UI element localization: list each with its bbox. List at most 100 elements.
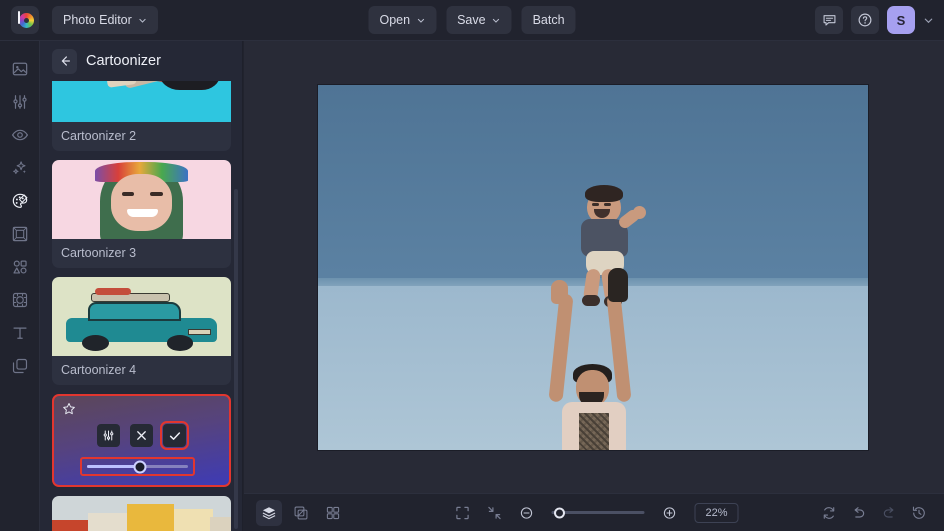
plus-circle-icon <box>663 506 676 519</box>
close-x-icon <box>137 431 146 440</box>
sidebar-header: Cartoonizer <box>40 41 242 81</box>
teal-car-thumbnail <box>52 277 231 356</box>
reset-button[interactable] <box>816 500 842 526</box>
sidebar-item-text[interactable] <box>4 317 36 349</box>
account-actions-group: S <box>815 6 934 34</box>
cyan-skater-thumbnail <box>52 81 231 122</box>
effect-apply-button[interactable] <box>160 421 189 450</box>
palette-icon <box>12 193 28 208</box>
sidebar-item-touch-up[interactable] <box>4 119 36 151</box>
sidebar-item-effects[interactable] <box>4 152 36 184</box>
sidebar-scrollbar[interactable] <box>234 189 238 529</box>
effects-list[interactable]: Cartoonizer 2 Cartoonizer 3 Cartoonizer … <box>40 81 242 531</box>
file-actions-group: Open Save Batch <box>368 6 576 34</box>
compare-swap-icon <box>294 506 308 519</box>
chevron-down-icon <box>139 18 146 23</box>
back-button[interactable] <box>52 48 77 74</box>
effect-intensity-slider[interactable] <box>80 457 195 476</box>
list-item[interactable]: Cartoonizer 6 <box>52 496 231 531</box>
zoom-level-value[interactable]: 22% <box>694 502 739 523</box>
effect-settings-button[interactable] <box>97 424 120 447</box>
open-label: Open <box>379 13 411 27</box>
redo-arrow-icon <box>883 506 894 518</box>
shapes-icon <box>12 260 27 274</box>
befunky-color-wheel-logo <box>16 10 35 30</box>
arrow-left-icon <box>61 56 70 66</box>
redo-button[interactable] <box>876 500 902 526</box>
overlay-icon <box>12 292 27 308</box>
fit-to-screen-button[interactable] <box>450 500 476 526</box>
list-item-label: Cartoonizer 3 <box>61 246 137 260</box>
eye-icon <box>11 129 28 141</box>
actual-size-button[interactable] <box>482 500 508 526</box>
sidebar-item-frames[interactable] <box>4 218 36 250</box>
effect-controls <box>54 421 229 450</box>
help-button[interactable] <box>851 6 879 34</box>
pink-portrait-thumbnail <box>52 160 231 239</box>
slider-fill <box>87 465 140 468</box>
grid-button[interactable] <box>320 500 346 526</box>
slider-track[interactable] <box>87 460 188 473</box>
sliders-icon <box>103 430 114 441</box>
list-item[interactable]: Cartoonizer 4 <box>52 277 231 385</box>
canvas-area[interactable] <box>244 41 944 493</box>
app-switcher-label: Photo Editor <box>63 13 132 27</box>
list-item[interactable]: Cartoonizer 3 <box>52 160 231 268</box>
grid-four-icon <box>326 506 340 519</box>
adult-figure <box>546 268 656 450</box>
star-outline-icon[interactable] <box>62 402 76 416</box>
sidebar-item-adjust[interactable] <box>4 86 36 118</box>
sidebar-item-edit[interactable] <box>4 53 36 85</box>
sidebar-item-graphics[interactable] <box>4 251 36 283</box>
app-logo-button[interactable] <box>11 6 39 34</box>
canvas-image[interactable] <box>318 85 868 450</box>
effect-cancel-button[interactable] <box>130 424 153 447</box>
avatar[interactable]: S <box>887 6 915 34</box>
refresh-reset-icon <box>823 506 835 519</box>
account-chevron-down-icon[interactable] <box>923 15 934 26</box>
zoom-out-button[interactable] <box>514 500 540 526</box>
layers-stack-icon <box>12 358 27 374</box>
feedback-button[interactable] <box>815 6 843 34</box>
sidebar-item-overlays[interactable] <box>4 284 36 316</box>
question-circle-icon <box>858 13 872 27</box>
layers-stack-icon <box>262 506 276 519</box>
list-item-label: Cartoonizer 4 <box>61 363 137 377</box>
history-controls <box>816 500 932 526</box>
save-label: Save <box>457 13 486 27</box>
undo-button[interactable] <box>846 500 872 526</box>
zoom-controls: 22% <box>450 500 739 526</box>
open-button[interactable]: Open <box>368 6 437 34</box>
sparkles-icon <box>12 161 26 175</box>
page-title: Cartoonizer <box>86 53 161 69</box>
bottom-toolbar: 22% <box>244 493 944 531</box>
slider-knob[interactable] <box>133 460 147 473</box>
top-toolbar: Photo Editor Open Save Batch S <box>0 0 944 41</box>
photo-editor-app: Photo Editor Open Save Batch S Cartooniz… <box>0 0 944 531</box>
view-mode-group <box>256 499 346 526</box>
save-button[interactable]: Save <box>446 6 512 34</box>
chevron-down-icon <box>492 18 500 23</box>
undo-arrow-icon <box>854 506 865 518</box>
zoom-in-button[interactable] <box>657 500 683 526</box>
sidebar-item-textures[interactable] <box>4 350 36 382</box>
expand-frame-icon <box>456 506 469 519</box>
sliders-icon <box>12 95 27 109</box>
app-switcher-dropdown[interactable]: Photo Editor <box>52 6 158 34</box>
batch-label: Batch <box>532 13 565 27</box>
batch-button[interactable]: Batch <box>521 6 576 34</box>
list-item-label: Cartoonizer 2 <box>61 129 137 143</box>
history-clock-icon <box>912 506 925 519</box>
layers-button[interactable] <box>256 499 282 526</box>
compare-button[interactable] <box>288 500 314 526</box>
sidebar-item-artsy[interactable] <box>4 185 36 217</box>
history-button[interactable] <box>906 500 932 526</box>
effects-sidebar: Cartoonizer Cartoonizer 2 Cartoonizer 3 … <box>40 41 243 531</box>
image-icon <box>12 62 27 76</box>
list-item[interactable]: Cartoonizer 2 <box>52 81 231 151</box>
frame-icon <box>12 226 27 242</box>
zoom-slider-knob[interactable] <box>554 507 566 518</box>
zoom-slider[interactable] <box>551 507 645 518</box>
selected-effect-card[interactable] <box>52 394 231 487</box>
avatar-initial: S <box>896 12 906 28</box>
